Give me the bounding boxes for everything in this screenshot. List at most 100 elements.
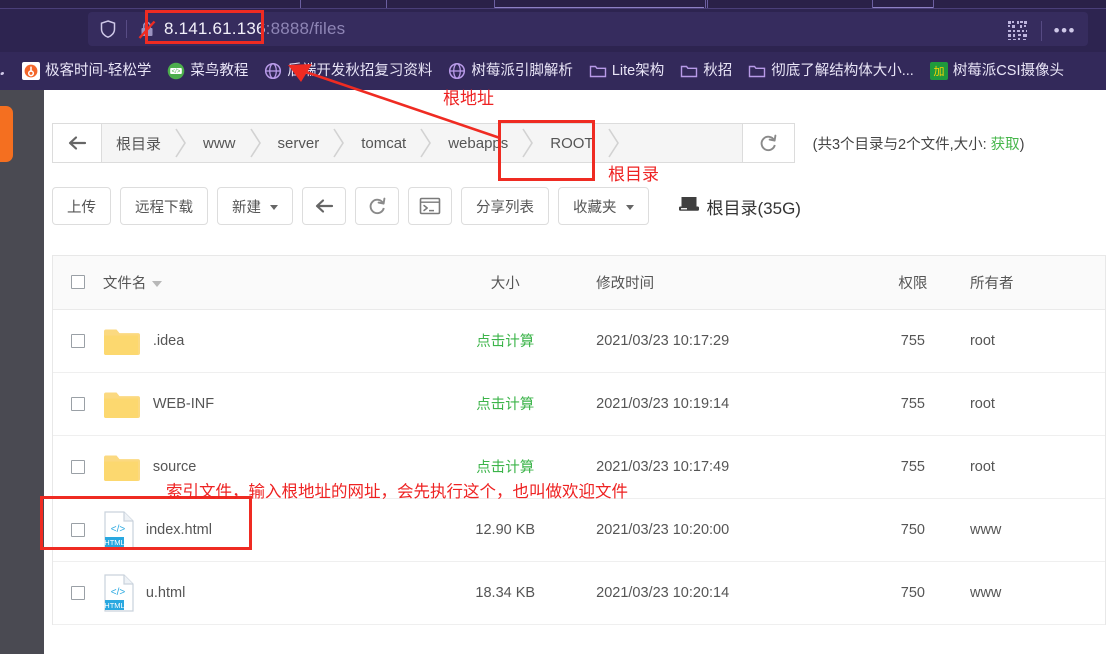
breadcrumb-item-tomcat[interactable]: tomcat: [347, 124, 418, 162]
remote-download-button-label: 远程下载: [135, 199, 193, 216]
file-table-container: 文件名 大小 修改时间 权限 所有者 .idea 点击计算 2021/03/23 1…: [52, 255, 1106, 625]
breadcrumb-item-root-dir[interactable]: 根目录: [102, 124, 173, 162]
bookmark-item-runoob[interactable]: </> 菜鸟教程: [159, 56, 256, 86]
file-name-link[interactable]: WEB-INF: [153, 396, 214, 412]
file-owner-text[interactable]: www: [970, 522, 1001, 538]
qr-code-icon[interactable]: [1007, 20, 1029, 42]
file-permission-text[interactable]: 755: [901, 396, 925, 412]
bookmarks-bar: 𝅘 极客时间-轻松学 </> 菜鸟教程 后端开发秋招复习资料 树莓派引脚解析 L…: [0, 52, 1106, 90]
table-row[interactable]: </> HTML u.html 18.34 KB 2021/03/23 10:20:14…: [53, 561, 1105, 625]
svg-text:</>: </>: [111, 524, 126, 535]
breadcrumb-item-root[interactable]: ROOT: [536, 124, 605, 162]
more-options-icon[interactable]: •••: [1054, 21, 1076, 41]
row-owner-cell: www: [969, 498, 1105, 562]
back-arrow-icon: [315, 199, 334, 213]
favorites-button[interactable]: 收藏夹: [558, 187, 649, 225]
disk-usage-label[interactable]: 根目录(35G): [678, 194, 801, 219]
row-mtime-cell: 2021/03/23 10:20:14: [596, 561, 856, 625]
table-row[interactable]: WEB-INF 点击计算 2021/03/23 10:19:14 755 root: [53, 372, 1105, 436]
table-row[interactable]: </> HTML index.html 12.90 KB 2021/03/23 10:2…: [53, 498, 1105, 562]
disk-icon: [678, 195, 700, 218]
file-mtime-text: 2021/03/23 10:20:00: [596, 521, 730, 538]
bookmark-item[interactable]: 𝅘: [0, 56, 14, 86]
header-mtime[interactable]: 修改时间: [596, 256, 856, 310]
file-mtime-text: 2021/03/23 10:17:49: [596, 458, 730, 475]
side-panel-handle[interactable]: [0, 106, 13, 162]
header-select-all: [53, 256, 103, 310]
geektime-favicon: [22, 62, 40, 80]
file-mtime-text: 2021/03/23 10:17:29: [596, 332, 730, 349]
row-size-cell: 点击计算: [414, 309, 597, 373]
row-select-cell: [53, 435, 103, 499]
upload-button[interactable]: 上传: [52, 187, 111, 225]
header-mtime-label: 修改时间: [596, 275, 655, 292]
row-checkbox[interactable]: [70, 396, 85, 411]
row-checkbox[interactable]: [70, 585, 85, 600]
url-text[interactable]: 8.141.61.136:8888/files: [164, 18, 345, 40]
bookmark-folder-lite[interactable]: Lite架构: [581, 56, 672, 86]
browser-tab-strip[interactable]: [0, 0, 1106, 9]
breadcrumb-item-www[interactable]: www: [189, 124, 248, 162]
lock-crossed-icon[interactable]: [138, 20, 156, 39]
row-checkbox[interactable]: [70, 333, 85, 348]
row-checkbox[interactable]: [70, 459, 85, 474]
bookmark-item-raspberry-pin[interactable]: 树莓派引脚解析: [440, 56, 581, 86]
breadcrumb-refresh-button[interactable]: [741, 124, 794, 162]
chevron-right-icon: [418, 124, 434, 162]
header-filename[interactable]: 文件名: [102, 256, 415, 310]
breadcrumb-back-button[interactable]: [53, 124, 102, 162]
sort-desc-icon[interactable]: [152, 280, 163, 287]
calculate-size-link[interactable]: 点击计算: [476, 334, 534, 350]
folder-icon: [680, 62, 698, 80]
new-button[interactable]: 新建: [217, 187, 293, 225]
terminal-button[interactable]: [408, 187, 452, 225]
file-name-link[interactable]: u.html: [146, 585, 186, 601]
file-size-text: 12.90 KB: [475, 521, 536, 538]
header-size[interactable]: 大小: [414, 256, 597, 310]
row-mtime-cell: 2021/03/23 10:17:49: [596, 435, 856, 499]
bookmark-folder-struct[interactable]: 彻底了解结构体大小...: [740, 56, 922, 86]
header-owner[interactable]: 所有者: [969, 256, 1105, 310]
calculate-size-link[interactable]: 点击计算: [476, 397, 534, 413]
file-permission-text[interactable]: 755: [901, 459, 925, 475]
file-owner-text[interactable]: root: [970, 459, 995, 475]
remote-download-button[interactable]: 远程下载: [120, 187, 208, 225]
breadcrumb-spacer: [622, 124, 742, 162]
row-checkbox[interactable]: [70, 522, 85, 537]
terminal-icon: [419, 197, 441, 215]
file-owner-text[interactable]: root: [970, 396, 995, 412]
share-list-button[interactable]: 分享列表: [461, 187, 549, 225]
header-perm[interactable]: 权限: [855, 256, 970, 310]
file-owner-text[interactable]: www: [970, 585, 1001, 601]
file-permission-text[interactable]: 750: [901, 522, 925, 538]
shield-icon[interactable]: [98, 19, 118, 39]
bookmark-folder-qiuzhao[interactable]: 秋招: [672, 56, 740, 86]
file-name-link[interactable]: source: [153, 459, 197, 475]
select-all-checkbox[interactable]: [70, 275, 85, 290]
bookmark-item-backend[interactable]: 后端开发秋招复习资料: [256, 56, 440, 86]
back-button[interactable]: [302, 187, 346, 225]
breadcrumb-item-webapps[interactable]: webapps: [434, 124, 520, 162]
file-name-link[interactable]: index.html: [146, 522, 212, 538]
table-row[interactable]: .idea 点击计算 2021/03/23 10:17:29 755 root: [53, 309, 1105, 373]
header-filename-label: 文件名: [102, 275, 147, 292]
bookmark-item-csi[interactable]: 加 树莓派CSI摄像头: [922, 56, 1072, 86]
html-icon: </> HTML: [103, 510, 134, 549]
folder-icon: [103, 389, 141, 419]
breadcrumb-item-server[interactable]: server: [264, 124, 332, 162]
file-permission-text[interactable]: 755: [901, 333, 925, 349]
bookmark-item-geektime[interactable]: 极客时间-轻松学: [14, 56, 159, 86]
calculate-size-link[interactable]: 点击计算: [476, 460, 534, 476]
row-mtime-cell: 2021/03/23 10:17:29: [596, 309, 856, 373]
bookmark-label: 树莓派CSI摄像头: [952, 63, 1064, 79]
file-owner-text[interactable]: root: [970, 333, 995, 349]
file-table-head: 文件名 大小 修改时间 权限 所有者: [53, 256, 1105, 310]
chevron-right-icon: [173, 124, 189, 162]
calculate-size-link[interactable]: 获取: [991, 137, 1020, 153]
refresh-button[interactable]: [355, 187, 399, 225]
breadcrumb-label: tomcat: [361, 134, 407, 152]
row-owner-cell: root: [969, 309, 1105, 373]
file-name-link[interactable]: .idea: [153, 333, 184, 349]
address-bar[interactable]: 8.141.61.136:8888/files •••: [88, 12, 1088, 46]
file-permission-text[interactable]: 750: [901, 585, 925, 601]
